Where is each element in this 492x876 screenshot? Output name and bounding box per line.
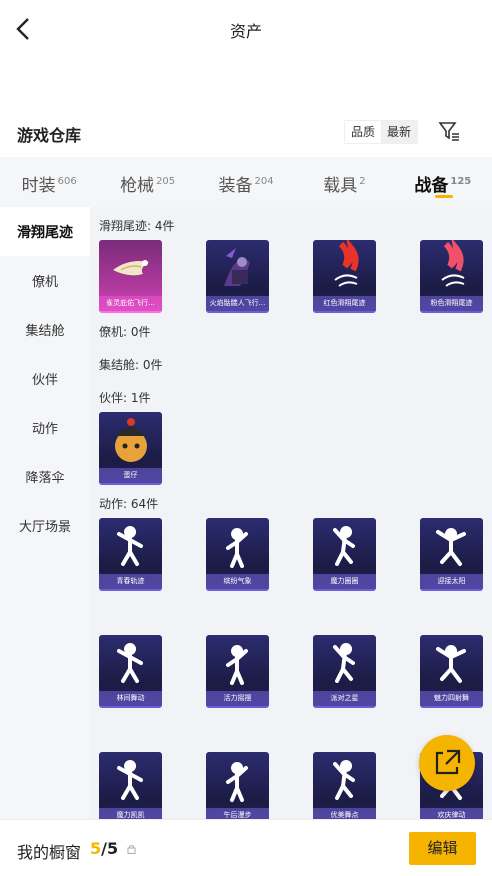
showcase-label: 我的橱窗 [17,843,82,862]
page-title: 资产 [229,22,262,41]
emote-name: 青春轨迹 [99,574,162,589]
filter-icon[interactable] [438,120,460,142]
warehouse-title: 游戏仓库 [17,126,82,145]
dance-pose-image [226,762,248,802]
item-card[interactable]: 蛋仔 [99,412,162,485]
sidebar: 滑翔尾迹 僚机 集结舱 伙伴 动作 降落伞 大厅场景 [0,207,90,819]
item-name: 火焰骷髅人飞行... [206,296,269,311]
item-name: 粉色滑翔尾迹 [420,296,483,311]
tab-label: 枪械 [120,176,155,196]
emote-name: 活力摇摆 [206,691,269,706]
sidebar-item-emote[interactable]: 动作 [0,403,90,452]
tab-count: 204 [254,176,274,187]
dance-pose-image [117,760,143,800]
emote-card[interactable]: 派对之星 [313,635,376,708]
item-list: 滑翔尾迹: 4件 雀灵庇佑飞行... 火焰骷髅人飞行... 红色滑翔尾迹 粉色滑… [90,207,492,819]
dance-pose-image [226,528,248,568]
emote-card[interactable]: 魔力圈圈 [313,518,376,591]
section-title-wingman: 僚机: 0件 [99,325,151,339]
sort-toggle: 品质 最新 [344,120,419,144]
dance-pose-image [333,526,355,566]
section-title-pod: 集结舱: 0件 [99,358,163,372]
sort-latest-option[interactable]: 最新 [381,121,418,143]
sidebar-item-parachute[interactable]: 降落伞 [0,452,90,501]
skeleton-figure-image [224,248,250,286]
item-name: 蛋仔 [99,468,162,483]
bottom-bar: 我的橱窗 5/5 编辑 [0,819,492,876]
emote-name: 优美舞点 [313,808,376,819]
sort-quality-option[interactable]: 品质 [345,121,381,143]
emote-name: 魔力圈圈 [313,574,376,589]
emote-name: 魔力凯凯 [99,808,162,819]
emote-name: 缤纷气象 [206,574,269,589]
tab-label: 装备 [218,176,253,196]
item-name: 红色滑翔尾迹 [313,296,376,311]
sidebar-item-lobby-scene[interactable]: 大厅场景 [0,501,90,550]
emote-name: 林间舞动 [99,691,162,706]
edit-button[interactable]: 编辑 [409,832,476,865]
emote-name: 派对之星 [313,691,376,706]
egg-partner-image [115,418,147,462]
top-bar: 资产 [0,0,492,58]
section-title-glide: 滑翔尾迹: 4件 [99,219,175,233]
emote-name: 迎接太阳 [420,574,483,589]
emote-card[interactable]: 魔力凯凯 [99,752,162,819]
item-card[interactable]: 雀灵庇佑飞行... [99,240,162,313]
tab-count: 2 [359,176,366,187]
emote-card[interactable]: 林间舞动 [99,635,162,708]
tab-guns[interactable]: 枪械 205 [98,157,196,207]
showcase-current: 5 [90,839,102,858]
sidebar-item-wingman[interactable]: 僚机 [0,256,90,305]
tab-equipment[interactable]: 装备 204 [197,157,295,207]
tab-count: 606 [57,176,77,187]
tab-label: 战备 [414,176,449,196]
emote-card[interactable]: 优美舞点 [313,752,376,819]
dance-pose-image [226,645,248,685]
item-name: 雀灵庇佑飞行... [99,296,162,311]
dance-pose-image [333,643,355,683]
share-button[interactable] [419,735,475,791]
dance-pose-image [117,643,143,683]
emote-name: 魅力四射舞 [420,691,483,706]
section-title-emote: 动作: 64件 [99,497,159,511]
item-card[interactable]: 粉色滑翔尾迹 [420,240,483,313]
emote-card[interactable]: 迎接太阳 [420,518,483,591]
section-title-partner: 伙伴: 1件 [99,391,151,405]
emote-card[interactable]: 活力摇摆 [206,635,269,708]
lock-icon [127,845,136,854]
emote-name: 欢庆律动 [420,808,483,819]
emote-name: 午后漫步 [206,808,269,819]
sidebar-item-glide-trail[interactable]: 滑翔尾迹 [0,207,90,256]
showcase-count: 5/5 [90,839,118,858]
sidebar-item-partner[interactable]: 伙伴 [0,354,90,403]
tab-vehicles[interactable]: 载具 2 [295,157,393,207]
tab-fashion[interactable]: 时装 606 [0,157,98,207]
tab-count: 205 [156,176,176,187]
tab-count: 125 [450,176,472,187]
active-tab-indicator [434,195,453,198]
showcase-total: /5 [101,839,119,858]
emote-card[interactable]: 青春轨迹 [99,518,162,591]
sidebar-item-pod[interactable]: 集结舱 [0,305,90,354]
dance-pose-image [436,528,466,566]
item-card[interactable]: 红色滑翔尾迹 [313,240,376,313]
pink-trail-image [441,240,465,287]
dance-pose-image [436,645,466,683]
item-card[interactable]: 火焰骷髅人飞行... [206,240,269,313]
tab-label: 载具 [323,176,358,196]
red-trail-image [334,240,359,287]
emote-card[interactable]: 午后漫步 [206,752,269,819]
emote-card[interactable]: 魅力四射舞 [420,635,483,708]
category-tabs: 时装 606 枪械 205 装备 204 载具 2 战备 125 [0,157,492,207]
tab-tactical[interactable]: 战备 125 [394,157,492,207]
external-link-icon [435,749,461,775]
dance-pose-image [333,760,355,800]
tab-label: 时装 [21,176,56,196]
dance-pose-image [117,526,143,566]
bird-wings-image [113,260,149,276]
emote-card[interactable]: 缤纷气象 [206,518,269,591]
